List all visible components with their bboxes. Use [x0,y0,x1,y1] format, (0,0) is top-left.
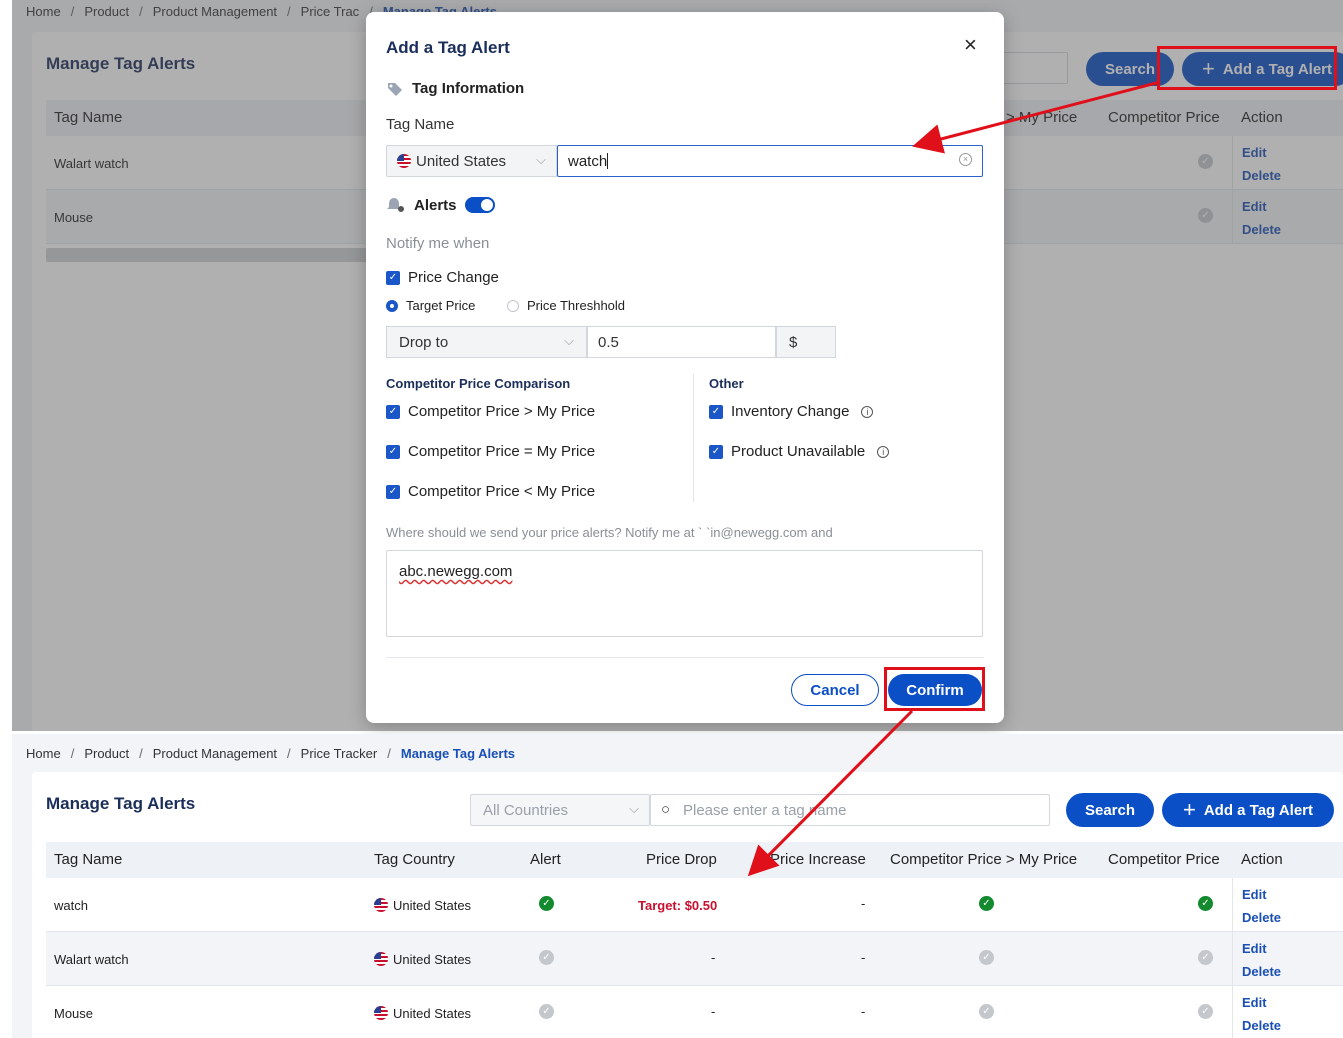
arrow-to-tag-input [912,80,1161,154]
arrow-to-new-row [747,709,914,877]
annotation-arrows [747,80,1161,877]
